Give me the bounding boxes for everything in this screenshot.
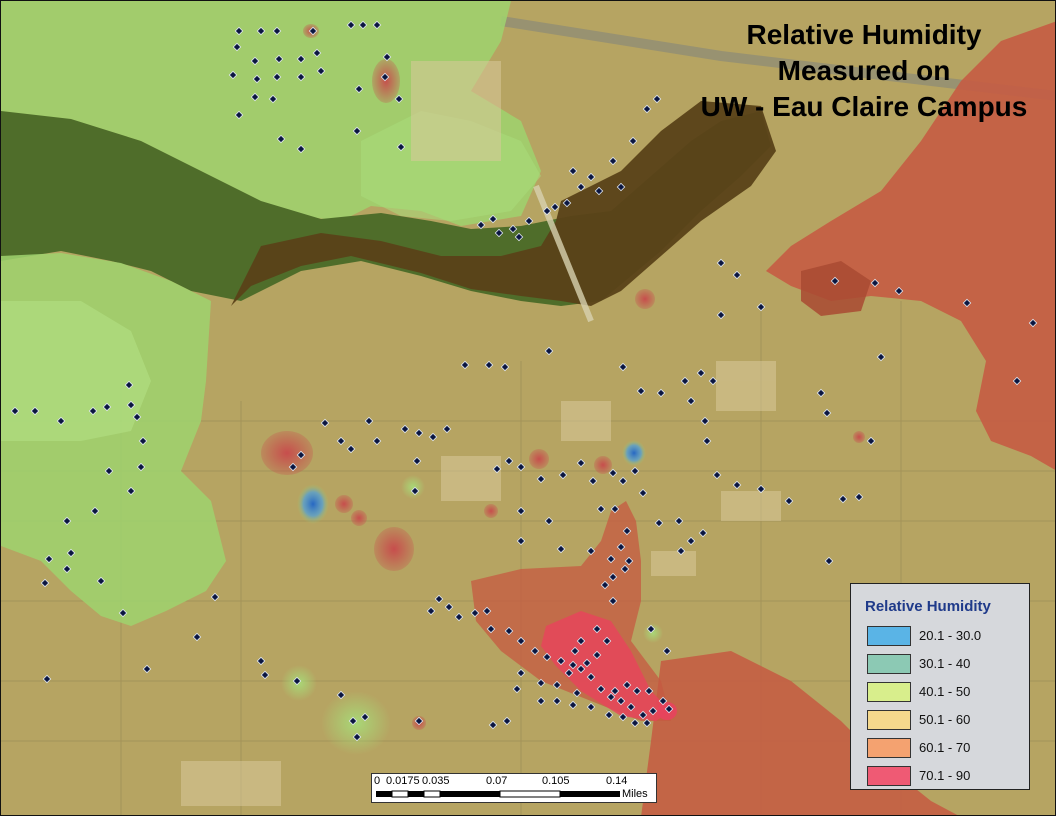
legend-label: 20.1 - 30.0 xyxy=(919,628,982,643)
legend-item: 20.1 - 30.0 xyxy=(867,626,1027,648)
map-title-line-3: UW - Eau Claire Campus xyxy=(700,91,1028,122)
red-spot-5 xyxy=(594,456,612,474)
map-title-line-1: Relative Humidity xyxy=(746,19,982,50)
red-spot-7 xyxy=(351,510,367,526)
scale-bar: 0 0.0175 0.035 0.07 0.105 0.14 Miles xyxy=(371,773,657,803)
legend-item: 50.1 - 60 xyxy=(867,710,1027,732)
red-spot-13 xyxy=(372,59,400,103)
scale-tick-label: 0.0175 xyxy=(386,775,420,787)
green-blob-mid xyxy=(401,475,425,499)
scale-tick-label: 0.035 xyxy=(422,775,450,787)
legend-label: 60.1 - 70 xyxy=(919,740,971,755)
legend: Relative Humidity 20.1 - 30.0 30.1 - 40 … xyxy=(850,583,1030,790)
legend-label: 70.1 - 90 xyxy=(919,768,971,783)
legend-swatch xyxy=(867,766,911,786)
blue-spot-1 xyxy=(297,484,329,524)
blue-spot-2 xyxy=(622,440,646,466)
green-blob-south-1 xyxy=(321,691,391,755)
green-blob-east xyxy=(643,623,663,643)
legend-label: 40.1 - 50 xyxy=(919,684,971,699)
red-spot-6 xyxy=(335,495,353,513)
map-title: Relative Humidity Measured on UW - Eau C… xyxy=(669,17,1055,125)
legend-swatch xyxy=(867,682,911,702)
map-title-line-2: Measured on xyxy=(777,55,951,86)
legend-item: 60.1 - 70 xyxy=(867,738,1027,760)
red-spot-3 xyxy=(635,289,655,309)
red-spot-10 xyxy=(853,431,865,443)
scale-tick-label: 0.07 xyxy=(486,775,508,787)
humidity-map[interactable]: Relative Humidity Measured on UW - Eau C… xyxy=(0,0,1056,816)
legend-title: Relative Humidity xyxy=(865,598,991,615)
red-spot-2 xyxy=(374,527,414,571)
legend-label: 30.1 - 40 xyxy=(919,656,971,671)
red-spot-8 xyxy=(484,504,498,518)
legend-item: 40.1 - 50 xyxy=(867,682,1027,704)
legend-label: 50.1 - 60 xyxy=(919,712,971,727)
legend-swatch xyxy=(867,626,911,646)
scale-units: Miles xyxy=(622,788,648,800)
legend-item: 30.1 - 40 xyxy=(867,654,1027,676)
scale-tick-label: 0 xyxy=(374,775,381,787)
legend-item: 70.1 - 90 xyxy=(867,766,1027,788)
red-spot-4 xyxy=(529,449,549,469)
scale-tick-label: 0.14 xyxy=(606,775,628,787)
red-spot-1 xyxy=(261,431,313,475)
legend-swatch xyxy=(867,654,911,674)
legend-swatch xyxy=(867,710,911,730)
scale-tick-label: 0.105 xyxy=(542,775,570,787)
scale-bar-graphic xyxy=(376,790,620,798)
legend-swatch xyxy=(867,738,911,758)
